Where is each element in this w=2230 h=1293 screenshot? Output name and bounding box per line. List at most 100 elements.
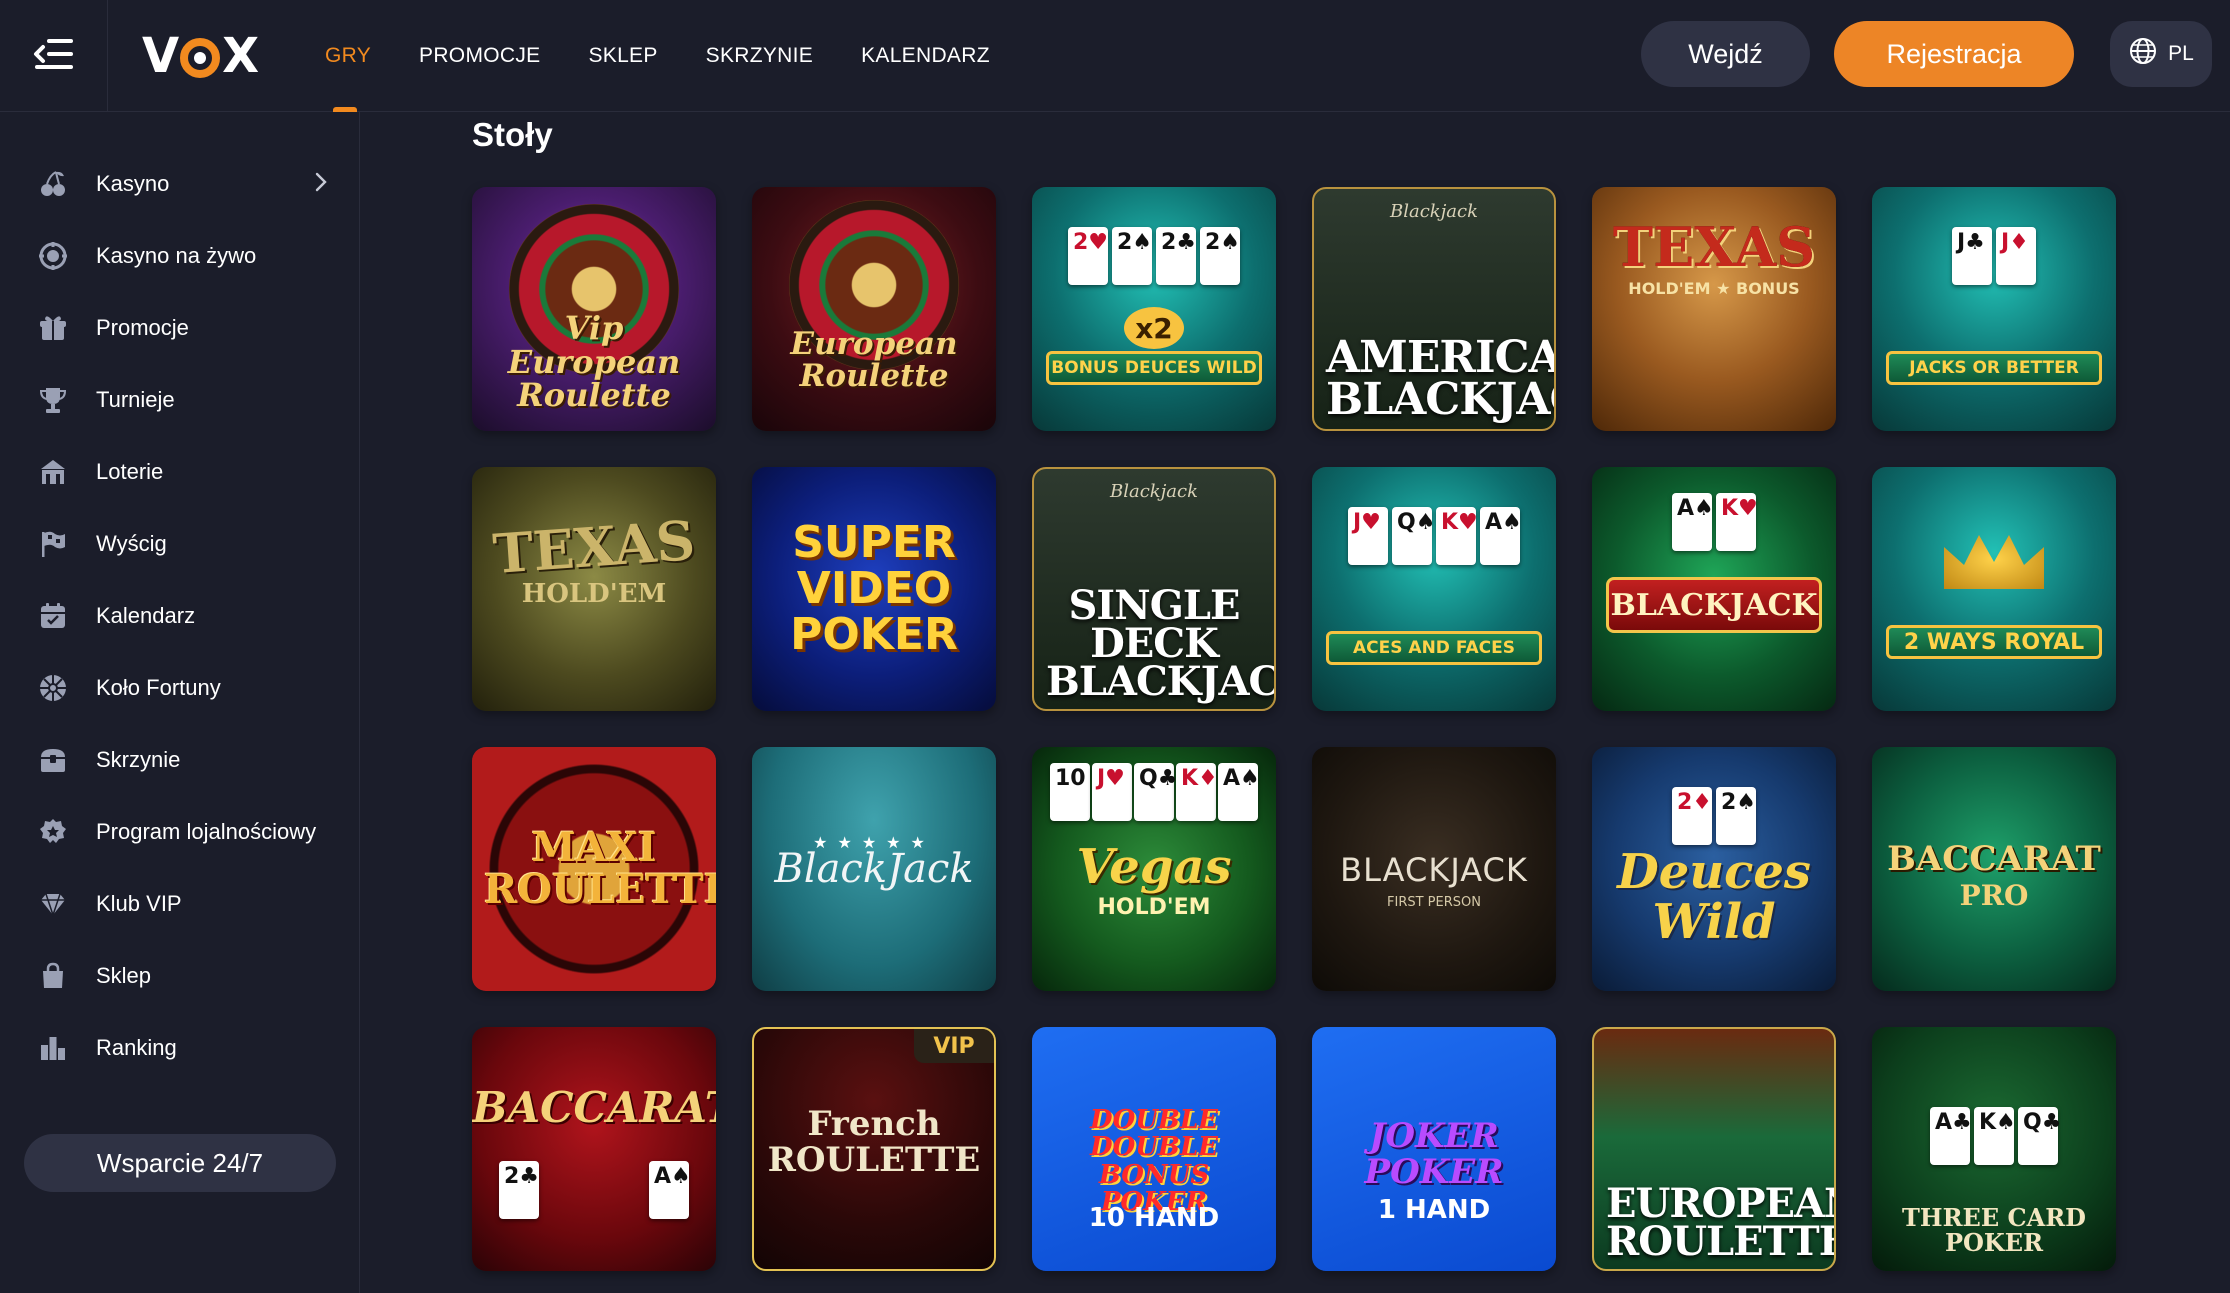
game-title: BACCARAT [472,1083,716,1132]
nav-skrzynie[interactable]: SKRZYNIE [706,0,813,112]
sidebar-item-label: Kasyno [96,171,170,196]
game-tile-three-card-poker[interactable]: A♣ K♠ Q♣ THREE CARD POKER [1872,1027,2116,1271]
register-button[interactable]: Rejestracja [1834,21,2074,87]
game-tile-texas-holdem-bonus[interactable]: TEXAS HOLD'EM ★ BONUS [1592,187,1836,431]
game-tile-blackjack-teal[interactable]: ★★★★★ BlackJack [752,747,996,991]
game-tile-deuces-wild[interactable]: 2♦ 2♠ Deuces Wild [1592,747,1836,991]
game-title: BLACKJACK [1606,577,1822,633]
game-title: TEXAS [1612,215,1816,279]
game-title: AMERICAN BLACKJACK [1326,332,1554,426]
trophy-icon [38,385,68,415]
stars-decoration: ★★★★★ [813,835,935,852]
game-subtitle: Blackjack [1109,481,1198,502]
card-fan: J♣ J♦ [1872,227,2116,285]
sidebar-item-kasyno[interactable]: Kasyno [0,154,360,214]
game-tile-american-blackjack[interactable]: Blackjack AMERICAN BLACKJACK [1312,187,1556,431]
chevron-right-icon [314,171,328,198]
card-fan: 10 J♥ Q♣ K♦ A♠ [1032,763,1276,821]
gift-icon [38,313,68,343]
sidebar-item-label: Sklep [96,963,152,988]
game-subtitle: HOLD'EM [521,579,667,609]
game-title: SINGLE DECK BLACKJACK [1046,582,1274,705]
sidebar-item-label: Wyścig [96,531,167,556]
sidebar-item-label: Klub VIP [96,891,182,916]
nav-gry[interactable]: GRY [325,0,371,112]
sidebar-item-klub-vip[interactable]: Klub VIP [0,874,360,934]
game-tile-2-ways-royal[interactable]: 2 WAYS ROYAL [1872,467,2116,711]
nav-sklep[interactable]: SKLEP [588,0,657,112]
sidebar-item-kolo-fortuny[interactable]: Koło Fortuny [0,658,360,718]
sidebar-item-label: Loterie [96,459,164,484]
game-tile-texas-holdem[interactable]: TEXAS HOLD'EM [472,467,716,711]
card-fan: 2♥ 2♠ 2♣ 2♠ [1032,227,1276,285]
sidebar-item-turnieje[interactable]: Turnieje [0,370,360,430]
game-tile-single-deck-blackjack[interactable]: Blackjack SINGLE DECK BLACKJACK [1032,467,1276,711]
game-tile-super-video-poker[interactable]: SUPER VIDEO POKER [752,467,996,711]
game-title: MAXI ROULETTE [484,824,716,913]
language-label: PL [2168,42,2194,65]
game-title: TEXAS [490,508,698,586]
language-button[interactable]: PL [2110,21,2212,87]
game-title: ACES AND FACES [1326,631,1542,665]
sidebar-item-sklep[interactable]: Sklep [0,946,360,1006]
sidebar-item-skrzynie[interactable]: Skrzynie [0,730,360,790]
game-title: THREE CARD POKER [1902,1202,2086,1257]
sidebar-item-label: Promocje [96,315,189,340]
sidebar-item-label: Ranking [96,1035,177,1060]
game-tile-vegas-holdem[interactable]: 10 J♥ Q♣ K♦ A♠ Vegas HOLD'EM [1032,747,1276,991]
multiplier-badge: x2 [1124,307,1184,349]
shopping-bag-icon [38,961,68,991]
game-title: 2 WAYS ROYAL [1886,625,2102,659]
game-title: European Roulette [790,325,958,395]
game-tile-joker-poker[interactable]: JOKER POKER 1 HAND [1312,1027,1556,1271]
crown-icon [1944,535,2044,589]
card-fan: 2♦ 2♠ [1592,787,1836,845]
chest-icon [38,745,68,775]
sidebar-item-promocje[interactable]: Promocje [0,298,360,358]
wheel-icon [38,673,68,703]
lottery-icon [38,457,68,487]
game-subtitle: PRO [1959,879,2029,912]
sidebar-item-loterie[interactable]: Loterie [0,442,360,502]
sidebar-item-label: Kalendarz [96,603,196,628]
nav-promocje[interactable]: PROMOCJE [419,0,540,112]
game-tile-blackjack-green[interactable]: A♠ K♥ BLACKJACK [1592,467,1836,711]
game-subtitle: HOLD'EM ★ BONUS [1628,279,1800,298]
game-tile-double-double-bonus-poker[interactable]: DOUBLE DOUBLE BONUS POKER 10 HAND [1032,1027,1276,1271]
game-tile-aces-and-faces[interactable]: J♥ Q♠ K♥ A♠ ACES AND FACES [1312,467,1556,711]
game-tile-french-roulette-vip[interactable]: VIP French ROULETTE [752,1027,996,1271]
main-nav: GRY PROMOCJE SKLEP SKRZYNIE KALENDARZ [325,0,1038,112]
game-tile-bonus-deuces-wild[interactable]: 2♥ 2♠ 2♣ 2♠ x2 BONUS DEUCES WILD [1032,187,1276,431]
game-title: Deuces Wild [1617,844,1811,951]
game-tile-european-roulette[interactable]: European Roulette [752,187,996,431]
sidebar-item-kalendarz[interactable]: Kalendarz [0,586,360,646]
card-fan: A♠ K♥ [1592,493,1836,551]
live-chip-icon [38,241,68,271]
menu-toggle-button[interactable] [0,0,108,112]
login-button[interactable]: Wejdź [1641,21,1810,87]
cherries-icon [38,169,68,199]
game-subtitle: Blackjack [1389,201,1478,222]
sidebar-item-label: Turnieje [96,387,175,412]
sidebar-item-kasyno-na-zywo[interactable]: Kasyno na żywo [0,226,360,286]
vox-logo[interactable]: VX [142,26,259,86]
game-tile-jacks-or-better[interactable]: J♣ J♦ JACKS OR BETTER [1872,187,2116,431]
card-fan: J♥ Q♠ K♥ A♠ [1312,507,1556,565]
support-button[interactable]: Wsparcie 24/7 [24,1134,336,1192]
game-tile-vip-european-roulette[interactable]: Vip European Roulette [472,187,716,431]
game-tile-blackjack-first-person[interactable]: BLACKJACK FIRST PERSON [1312,747,1556,991]
game-tile-maxi-roulette[interactable]: MAXI ROULETTE [472,747,716,991]
game-title: DOUBLE DOUBLE BONUS POKER [1090,1105,1218,1217]
nav-kalendarz[interactable]: KALENDARZ [861,0,990,112]
game-title: BACCARAT [1887,839,2101,879]
game-title: Vegas [1076,839,1232,895]
game-tile-european-roulette-table[interactable]: EUROPEAN ROULETTE [1592,1027,1836,1271]
sidebar-item-ranking[interactable]: Ranking [0,1018,360,1078]
game-tile-baccarat[interactable]: BACCARAT 2♣ A♠ [472,1027,716,1271]
game-tile-baccarat-pro[interactable]: BACCARAT PRO [1872,747,2116,991]
game-subtitle: 1 HAND [1377,1195,1491,1225]
sidebar-item-program-lojalnosciowy[interactable]: Program lojalnościowy [0,802,360,862]
vip-badge: VIP [914,1029,994,1063]
sidebar-item-wyscig[interactable]: Wyścig [0,514,360,574]
game-title: French ROULETTE [767,1104,981,1180]
